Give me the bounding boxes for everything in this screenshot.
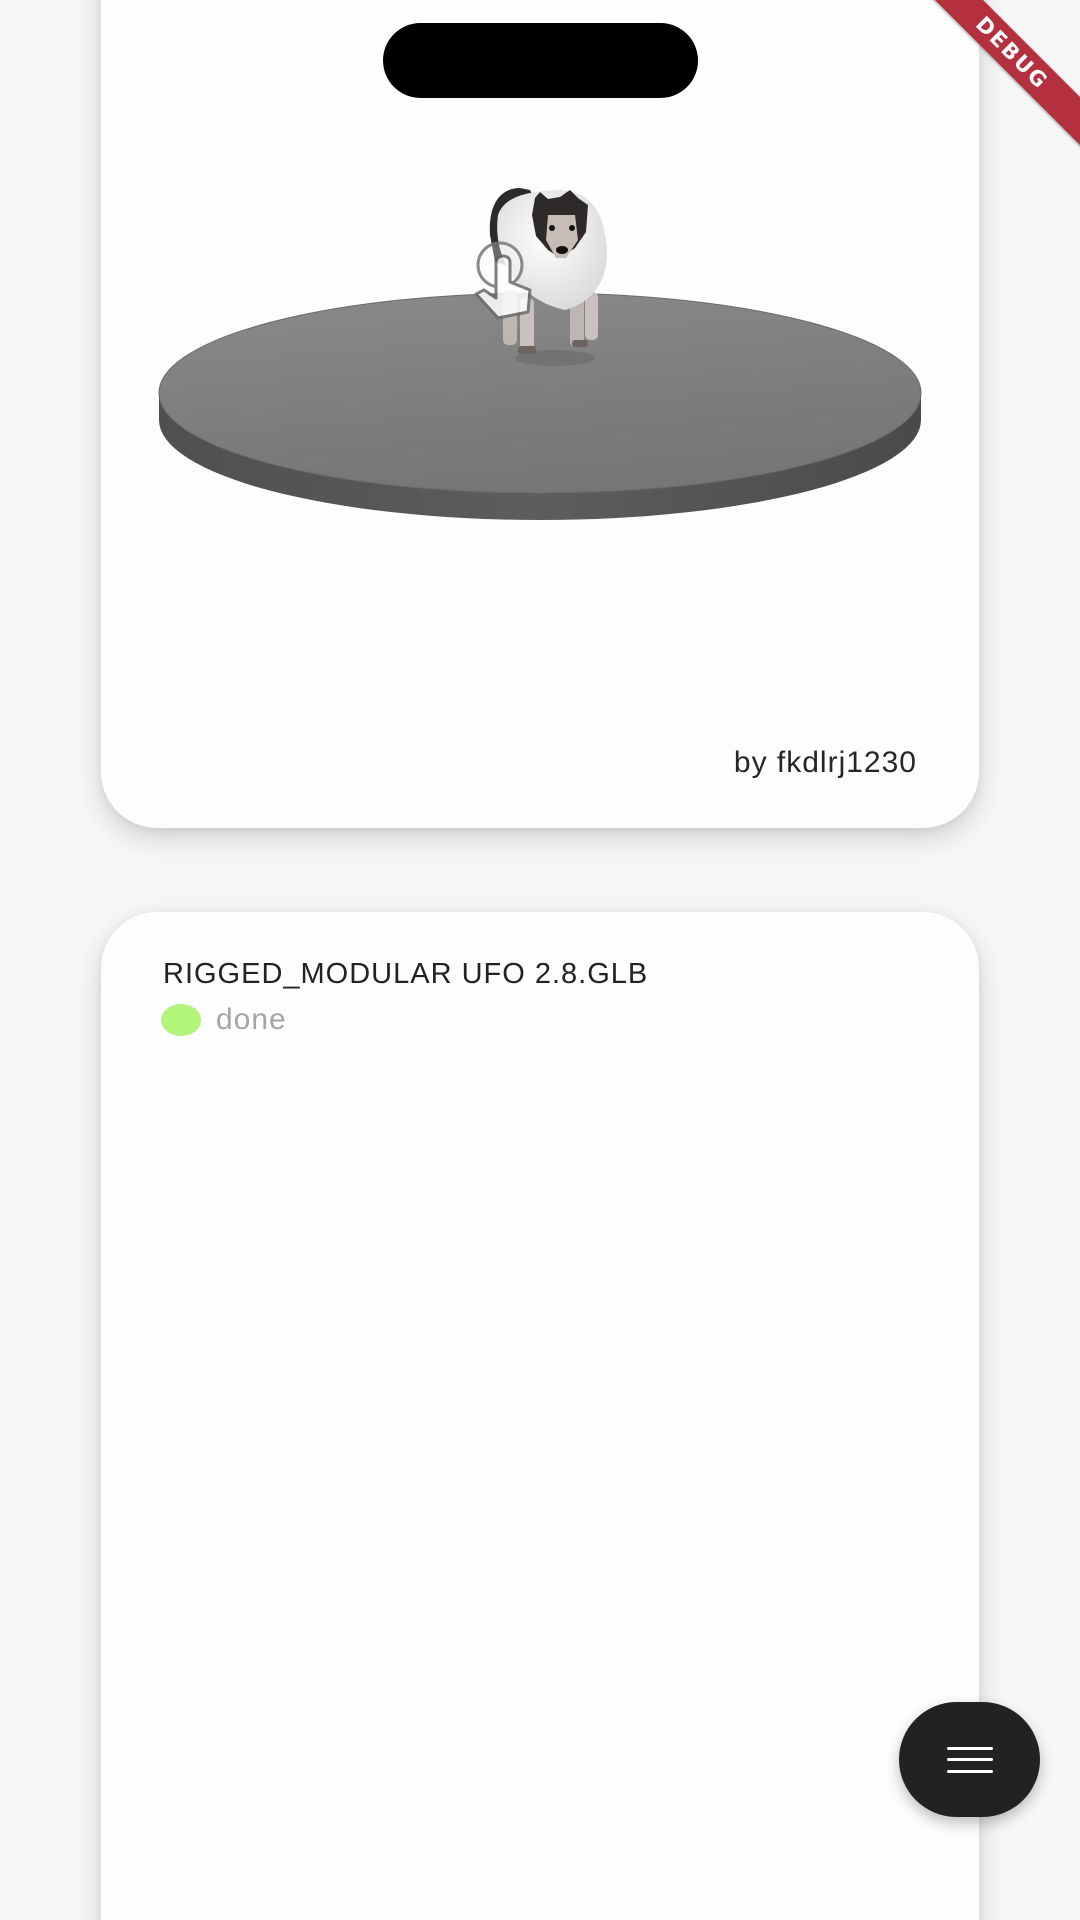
model-title: RIGGED_MODULAR UFO 2.8.GLB — [163, 958, 649, 990]
platform-disc — [158, 292, 922, 520]
model-viewer-3d[interactable] — [0, 0, 1080, 600]
model-info-card[interactable] — [101, 912, 979, 1920]
author-label: by fkdlrj1230 — [733, 746, 917, 779]
status-label: done — [216, 1003, 287, 1036]
status-dot — [161, 1004, 201, 1036]
menu-icon — [946, 1746, 993, 1773]
app-screen: by fkdlrj1230 RIGGED_MODULAR UFO 2.8.GLB… — [0, 0, 1080, 1920]
status-indicator: done — [161, 1002, 287, 1038]
menu-button[interactable] — [899, 1702, 1040, 1817]
